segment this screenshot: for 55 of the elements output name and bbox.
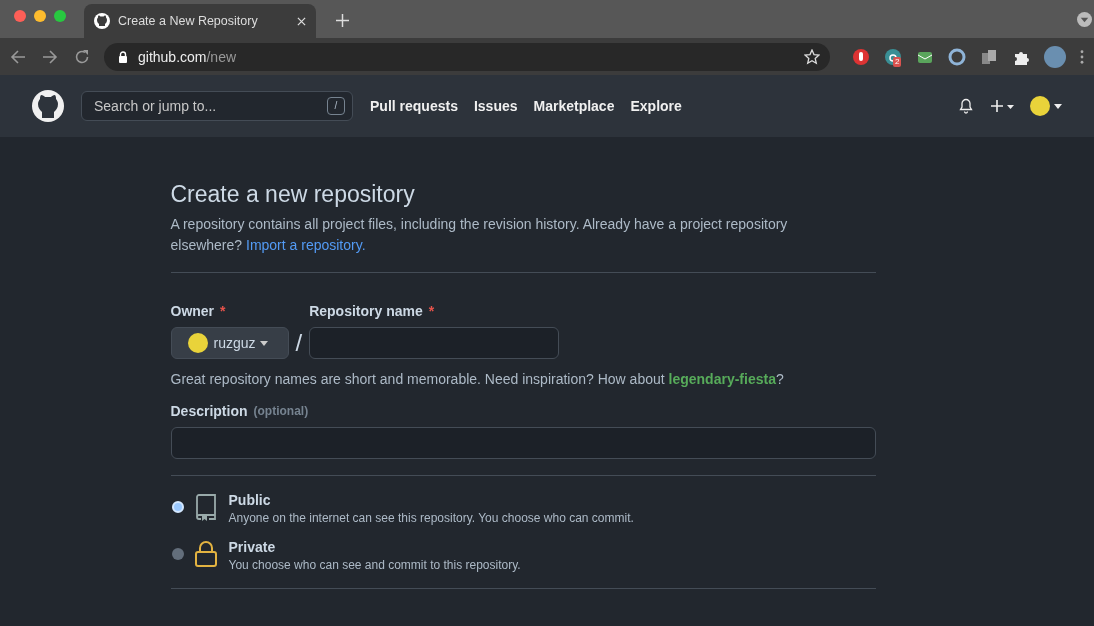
new-tab-icon[interactable] bbox=[336, 14, 349, 27]
url-text: github.com/new bbox=[138, 48, 238, 65]
path-separator: / bbox=[295, 329, 303, 357]
owner-label: Owner bbox=[170, 303, 215, 319]
book-icon bbox=[193, 492, 218, 522]
repository-name-label: Repository name bbox=[309, 303, 423, 319]
pages-extension-icon[interactable] bbox=[980, 47, 998, 66]
reload-icon[interactable] bbox=[74, 48, 90, 65]
octocat-logo-icon[interactable] bbox=[32, 90, 64, 122]
description-label: Description bbox=[170, 403, 248, 419]
caret-icon[interactable] bbox=[1054, 103, 1062, 109]
visibility-title: Private bbox=[228, 539, 277, 555]
visibility-description: Anyone on the internet can see this repository. You choose who can commit. bbox=[228, 511, 634, 525]
maximize-window-icon[interactable] bbox=[54, 10, 66, 22]
optional-note: (optional) bbox=[253, 404, 309, 418]
owner-dropdown[interactable]: ruzguz bbox=[170, 327, 289, 359]
minimize-window-icon[interactable] bbox=[34, 10, 46, 22]
lock-icon bbox=[118, 50, 128, 63]
name-hint: Great repository names are short and memorable. Need inspiration? How about legendary-fiesta? bbox=[170, 371, 785, 387]
notification-count: 2 bbox=[893, 56, 902, 67]
nav-link[interactable]: Marketplace bbox=[533, 98, 615, 114]
radio-button[interactable] bbox=[171, 548, 184, 560]
bell-icon[interactable] bbox=[958, 98, 974, 114]
close-tab-icon[interactable] bbox=[297, 16, 306, 26]
bookmark-star-icon[interactable] bbox=[804, 48, 820, 65]
profile-avatar[interactable] bbox=[1044, 45, 1066, 68]
suggestion-link[interactable]: legendary-fiesta bbox=[668, 371, 776, 387]
owner-avatar bbox=[187, 333, 208, 353]
repository-name-input[interactable] bbox=[309, 327, 560, 359]
visibility-description: You choose who can see and commit to this repository. bbox=[228, 558, 521, 572]
octocat-icon bbox=[94, 13, 110, 29]
page-title: Create a new repository bbox=[170, 181, 416, 208]
nav-link[interactable]: Pull requests bbox=[370, 98, 458, 114]
browser-menu-icon[interactable] bbox=[1080, 49, 1084, 64]
visibility-title: Public bbox=[228, 492, 272, 508]
lock-icon bbox=[193, 539, 218, 569]
nav-link[interactable]: Issues bbox=[473, 98, 518, 114]
ring-extension-icon[interactable] bbox=[948, 47, 966, 66]
description-input[interactable] bbox=[170, 427, 876, 459]
nav-link[interactable]: Explore bbox=[630, 98, 682, 114]
required-mark: * bbox=[428, 303, 435, 319]
back-arrow-icon[interactable] bbox=[10, 48, 26, 65]
browser-tab[interactable]: Create a New Repository bbox=[84, 4, 316, 38]
address-bar[interactable]: github.com/new bbox=[104, 42, 830, 71]
tab-title: Create a New Repository bbox=[118, 14, 259, 28]
intro-text: A repository contains all project files, including the revision history. Already have a project repository elsewhere? Import a repository. bbox=[170, 215, 789, 255]
required-mark: * bbox=[220, 303, 226, 319]
tab-search-icon[interactable] bbox=[1077, 12, 1092, 27]
plus-dropdown-icon[interactable] bbox=[990, 98, 1016, 114]
caret-icon bbox=[259, 340, 268, 346]
forward-arrow-icon[interactable] bbox=[42, 48, 58, 65]
shortcut-key: / bbox=[327, 97, 345, 115]
radio-button[interactable] bbox=[171, 501, 184, 513]
user-avatar[interactable] bbox=[1030, 96, 1050, 116]
import-link[interactable]: Import a repository. bbox=[246, 237, 366, 253]
